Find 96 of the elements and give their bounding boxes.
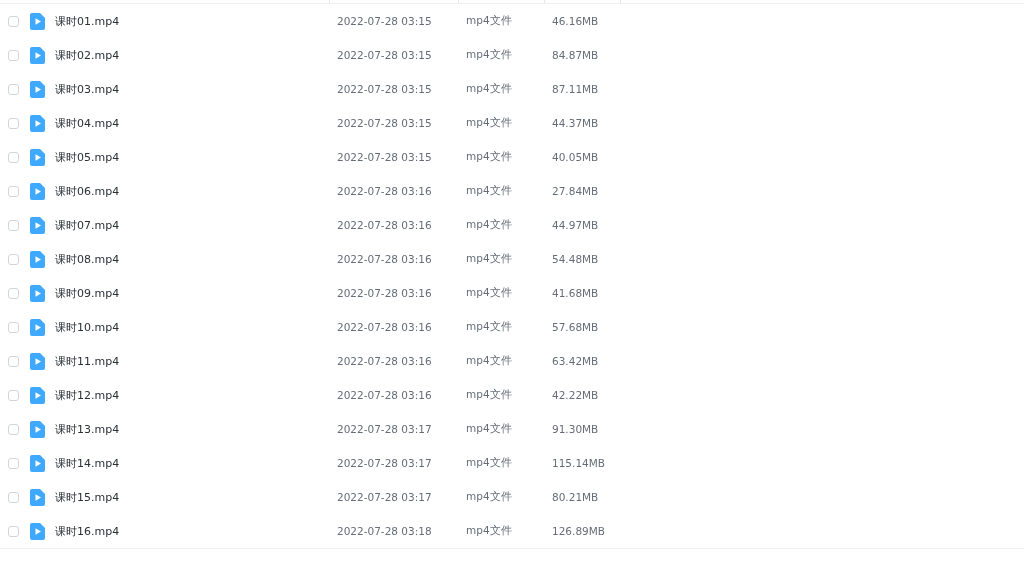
checkbox[interactable]	[8, 117, 19, 129]
file-size: 41.68MB	[551, 287, 600, 299]
modified-time: 2022-07-28 03:16	[336, 321, 433, 333]
file-size: 87.11MB	[551, 83, 600, 95]
file-type: mp4文件	[465, 14, 513, 28]
checkbox[interactable]	[8, 253, 19, 265]
file-size: 115.14MB	[551, 457, 606, 469]
file-type: mp4文件	[465, 388, 513, 402]
file-type: mp4文件	[465, 422, 513, 436]
modified-time: 2022-07-28 03:15	[336, 49, 433, 61]
file-type: mp4文件	[465, 456, 513, 470]
video-file-icon	[30, 522, 45, 540]
video-file-icon	[30, 284, 45, 302]
file-name[interactable]: 课时12.mp4	[55, 387, 120, 403]
file-name[interactable]: 课时04.mp4	[55, 115, 120, 131]
file-size: 44.97MB	[551, 219, 600, 231]
video-file-icon	[30, 148, 45, 166]
checkbox[interactable]	[8, 49, 19, 61]
file-type: mp4文件	[465, 286, 513, 300]
file-name[interactable]: 课时16.mp4	[55, 523, 120, 539]
video-file-icon	[30, 488, 45, 506]
video-file-icon	[30, 454, 45, 472]
checkbox[interactable]	[8, 185, 19, 197]
file-size: 54.48MB	[551, 253, 600, 265]
modified-time: 2022-07-28 03:16	[336, 287, 433, 299]
file-name[interactable]: 课时08.mp4	[55, 251, 120, 267]
file-type: mp4文件	[465, 490, 513, 504]
modified-time: 2022-07-28 03:15	[336, 117, 433, 129]
modified-time: 2022-07-28 03:17	[336, 457, 433, 469]
file-type: mp4文件	[465, 150, 513, 164]
file-name[interactable]: 课时14.mp4	[55, 455, 120, 471]
file-size: 44.37MB	[551, 117, 600, 129]
checkbox[interactable]	[8, 491, 19, 503]
file-size: 46.16MB	[551, 15, 600, 27]
file-type: mp4文件	[465, 354, 513, 368]
video-file-icon	[30, 46, 45, 64]
video-file-icon	[30, 12, 45, 30]
checkbox[interactable]	[8, 423, 19, 435]
modified-time: 2022-07-28 03:17	[336, 423, 433, 435]
file-name[interactable]: 课时15.mp4	[55, 489, 120, 505]
file-size: 40.05MB	[551, 151, 600, 163]
video-file-icon	[30, 114, 45, 132]
file-size: 91.30MB	[551, 423, 600, 435]
file-name[interactable]: 课时09.mp4	[55, 285, 120, 301]
video-file-icon	[30, 182, 45, 200]
checkbox[interactable]	[8, 525, 19, 537]
modified-time: 2022-07-28 03:15	[336, 83, 433, 95]
checkbox[interactable]	[8, 15, 19, 27]
file-name[interactable]: 课时03.mp4	[55, 81, 120, 97]
video-file-icon	[30, 250, 45, 268]
checkbox[interactable]	[8, 321, 19, 333]
file-name[interactable]: 课时01.mp4	[55, 13, 120, 29]
file-size: 42.22MB	[551, 389, 600, 401]
file-type: mp4文件	[465, 116, 513, 130]
file-size: 57.68MB	[551, 321, 600, 333]
modified-time: 2022-07-28 03:16	[336, 389, 433, 401]
file-name[interactable]: 课时11.mp4	[55, 353, 120, 369]
file-type: mp4文件	[465, 82, 513, 96]
file-type: mp4文件	[465, 48, 513, 62]
modified-time: 2022-07-28 03:18	[336, 525, 433, 537]
file-name[interactable]: 课时06.mp4	[55, 183, 120, 199]
checkbox[interactable]	[8, 457, 19, 469]
video-file-icon	[30, 386, 45, 404]
file-type: mp4文件	[465, 524, 513, 538]
modified-time: 2022-07-28 03:16	[336, 219, 433, 231]
file-size: 80.21MB	[551, 491, 600, 503]
file-type: mp4文件	[465, 218, 513, 232]
file-name[interactable]: 课时13.mp4	[55, 421, 120, 437]
file-size: 84.87MB	[551, 49, 600, 61]
file-size: 27.84MB	[551, 185, 600, 197]
file-name[interactable]: 课时02.mp4	[55, 47, 120, 63]
video-file-icon	[30, 216, 45, 234]
video-file-icon	[30, 318, 45, 336]
file-type: mp4文件	[465, 184, 513, 198]
modified-time: 2022-07-28 03:16	[336, 355, 433, 367]
checkbox[interactable]	[8, 151, 19, 163]
checkbox[interactable]	[8, 389, 19, 401]
video-file-icon	[30, 352, 45, 370]
checkbox[interactable]	[8, 219, 19, 231]
checkbox[interactable]	[8, 83, 19, 95]
file-name[interactable]: 课时10.mp4	[55, 319, 120, 335]
file-size: 126.89MB	[551, 525, 606, 537]
modified-time: 2022-07-28 03:16	[336, 253, 433, 265]
file-type: mp4文件	[465, 320, 513, 334]
modified-time: 2022-07-28 03:15	[336, 151, 433, 163]
file-name[interactable]: 课时07.mp4	[55, 217, 120, 233]
video-file-icon	[30, 80, 45, 98]
checkbox[interactable]	[8, 287, 19, 299]
file-type: mp4文件	[465, 252, 513, 266]
modified-time: 2022-07-28 03:15	[336, 15, 433, 27]
checkbox[interactable]	[8, 355, 19, 367]
file-size: 63.42MB	[551, 355, 600, 367]
file-name[interactable]: 课时05.mp4	[55, 149, 120, 165]
modified-time: 2022-07-28 03:17	[336, 491, 433, 503]
video-file-icon	[30, 420, 45, 438]
modified-time: 2022-07-28 03:16	[336, 185, 433, 197]
